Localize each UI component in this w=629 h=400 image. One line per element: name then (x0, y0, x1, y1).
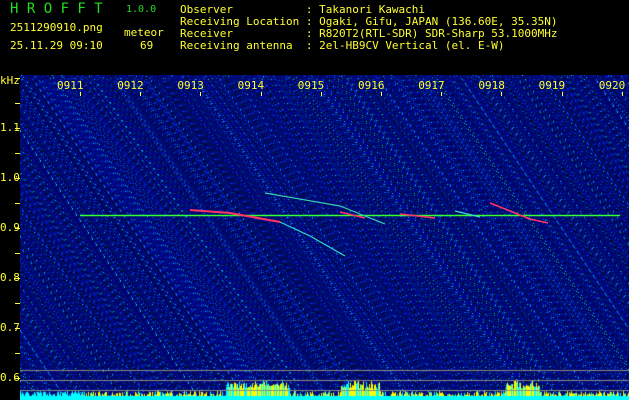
filename: 2511290910.png (10, 21, 103, 34)
y-tick (15, 78, 20, 79)
y-unit: kHz (0, 74, 20, 87)
y-tick (15, 128, 20, 129)
time-tick-label: 0914 (237, 79, 265, 92)
time-tick-label: 0915 (297, 79, 325, 92)
spectrogram (20, 75, 629, 400)
time-tick-label: 0918 (478, 79, 505, 92)
time-tick (441, 92, 443, 96)
info-block: Observer : Takanori Kawachi Receiving Lo… (180, 4, 558, 52)
y-tick (15, 353, 20, 354)
time-tick-label: 0913 (177, 79, 204, 92)
y-tick (15, 253, 20, 254)
time-tick-label: 0916 (358, 79, 385, 92)
time-tick (381, 92, 382, 96)
time-tick (260, 92, 262, 96)
meteor-trace (489, 202, 549, 224)
time-tick (140, 92, 142, 96)
info-label: Receiving antenna (180, 39, 306, 52)
time-tick (80, 92, 81, 96)
y-tick (15, 153, 20, 154)
meteor-trace (279, 221, 346, 257)
y-tick (15, 103, 20, 104)
time-tick-label: 0912 (117, 79, 144, 92)
time-tick (561, 92, 563, 96)
y-tick (15, 278, 20, 279)
time-tick (320, 92, 322, 96)
y-tick (15, 178, 20, 179)
time-tick-label: 0911 (57, 79, 84, 92)
y-tick (15, 303, 20, 304)
time-tick-label: 0919 (538, 79, 566, 92)
time-tick (501, 92, 503, 96)
time-tick (621, 92, 623, 96)
datetime: 25.11.29 09:10 (10, 39, 103, 52)
y-tick (15, 378, 20, 379)
meteor-label: meteor (124, 26, 164, 39)
y-tick (15, 203, 20, 204)
time-tick (200, 92, 202, 96)
meteor-trace (264, 192, 386, 225)
y-tick (15, 228, 20, 229)
y-tick (15, 328, 20, 329)
info-antenna: Receiving antenna : 2el-HB9CV Vertical (… (180, 40, 558, 52)
app-version: 1.0.0 (126, 4, 157, 15)
time-tick-label: 0917 (418, 79, 445, 92)
meteor-traces (80, 192, 620, 257)
meteor-count: 69 (140, 39, 154, 52)
app-title: H R O F F T (10, 1, 103, 17)
time-tick-label: 0920 (598, 79, 626, 92)
info-value: : 2el-HB9CV Vertical (el. E-W) (305, 39, 505, 52)
